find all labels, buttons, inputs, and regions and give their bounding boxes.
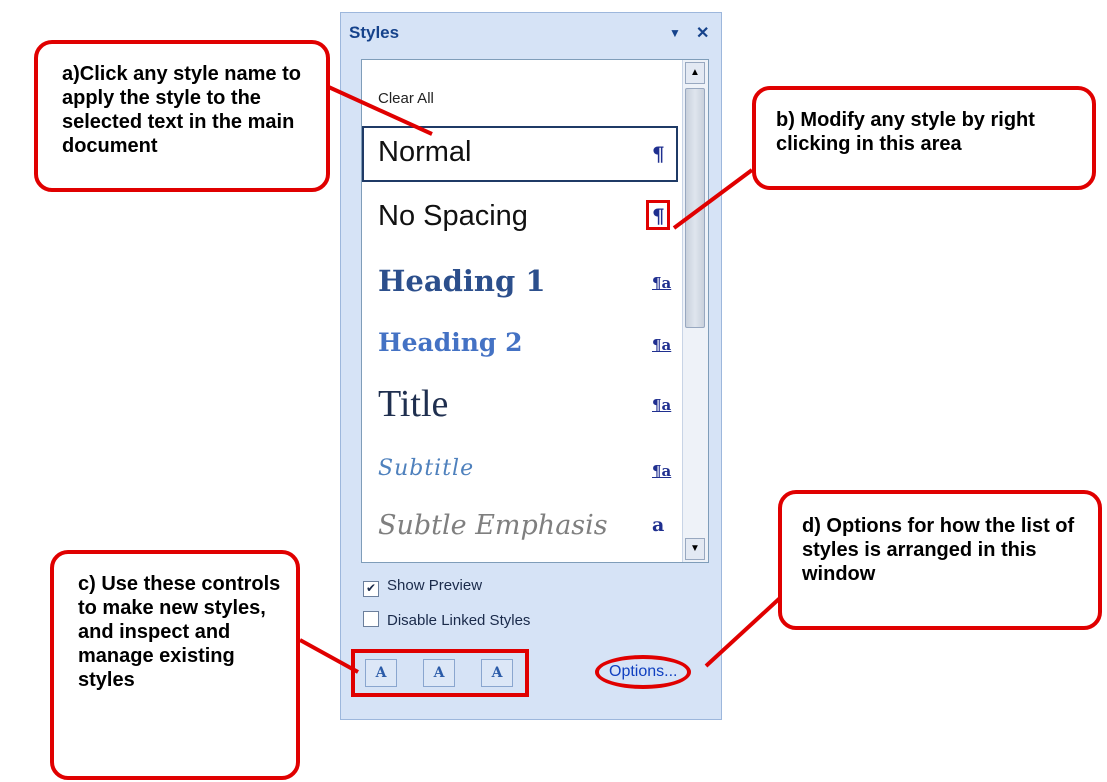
new-style-button[interactable]: A (365, 659, 397, 687)
checkbox-checked-icon[interactable]: ✔ (363, 581, 379, 597)
style-item-subtitle[interactable]: Subtitle ¶a (362, 444, 682, 500)
options-link[interactable]: Options... (595, 655, 692, 689)
clear-all-item[interactable]: Clear All (378, 90, 434, 107)
manage-styles-button[interactable]: A (481, 659, 513, 687)
show-preview-checkbox[interactable]: ✔ Show Preview (363, 577, 482, 597)
styles-pane: Styles ▼ ✕ Clear All Normal ¶ No Spacing… (340, 12, 722, 720)
scroll-thumb[interactable] (685, 88, 705, 328)
callout-style-controls: c) Use these controls to make new styles… (50, 550, 300, 780)
callout-apply-style: a)Click any style name to apply the styl… (34, 40, 330, 192)
close-icon[interactable]: ✕ (696, 23, 709, 43)
scroll-up-icon[interactable]: ▲ (685, 62, 705, 84)
paragraph-style-icon[interactable]: ¶ (652, 142, 665, 166)
linked-style-icon[interactable]: ¶a (652, 396, 671, 414)
new-style-icon: A (375, 665, 387, 681)
style-name[interactable]: Heading 2 (378, 328, 522, 357)
callout-options: d) Options for how the list of styles is… (778, 490, 1102, 630)
style-name[interactable]: Normal (378, 136, 471, 169)
style-name[interactable]: Title (378, 382, 448, 426)
checkbox-label: Show Preview (387, 577, 483, 594)
style-item-subtle-emphasis[interactable]: Subtle Emphasis a (362, 500, 682, 556)
style-item-heading-2[interactable]: Heading 2 ¶a (362, 318, 682, 374)
style-name[interactable]: Subtle Emphasis (378, 510, 608, 541)
pane-title: Styles (349, 23, 400, 42)
callout-modify-style: b) Modify any style by right clicking in… (752, 86, 1096, 190)
checkbox-label: Disable Linked Styles (387, 612, 531, 629)
linked-style-icon[interactable]: ¶a (652, 336, 671, 354)
scroll-down-icon[interactable]: ▼ (685, 538, 705, 560)
character-style-icon[interactable]: a (652, 514, 664, 536)
manage-styles-icon: A (491, 665, 503, 681)
style-name[interactable]: Heading 1 (378, 264, 546, 298)
style-item-no-spacing[interactable]: No Spacing ¶ (362, 190, 682, 246)
checkbox-unchecked-icon[interactable] (363, 611, 379, 627)
styles-list[interactable]: Clear All Normal ¶ No Spacing ¶ Heading … (361, 59, 709, 563)
style-inspector-button[interactable]: A (423, 659, 455, 687)
linked-style-icon[interactable]: ¶a (652, 274, 671, 292)
style-item-heading-1[interactable]: Heading 1 ¶a (362, 256, 682, 312)
vertical-scrollbar[interactable]: ▲ ▼ (682, 60, 708, 562)
highlight-marker (646, 200, 670, 230)
style-name[interactable]: No Spacing (378, 200, 528, 233)
style-name[interactable]: Subtitle (378, 456, 474, 481)
style-item-title[interactable]: Title ¶a (362, 378, 682, 434)
linked-style-icon[interactable]: ¶a (652, 462, 671, 480)
style-item-normal[interactable]: Normal ¶ (362, 126, 682, 182)
disable-linked-styles-checkbox[interactable]: Disable Linked Styles (363, 611, 530, 629)
pane-menu-icon[interactable]: ▼ (669, 26, 681, 40)
style-inspector-icon: A (433, 665, 445, 681)
controls-highlight: A A A (351, 649, 529, 697)
